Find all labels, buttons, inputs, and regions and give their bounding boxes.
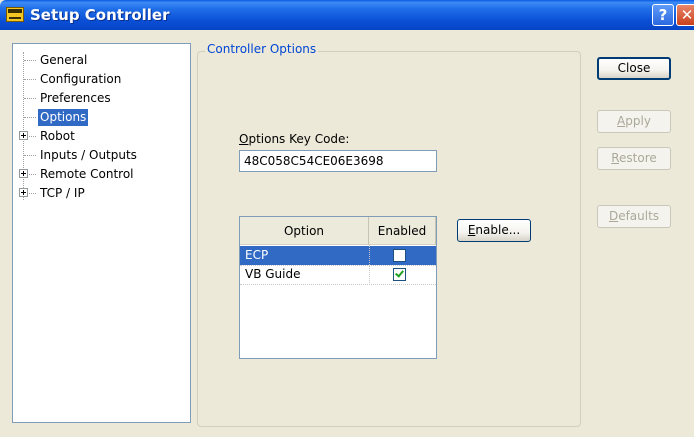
option-row-ecp[interactable]: ECP: [240, 246, 436, 265]
tree-branch-line: [24, 117, 36, 118]
expand-robot-icon[interactable]: [19, 131, 28, 140]
option-row-vb-guide[interactable]: VB Guide: [240, 265, 436, 284]
tree-item-robot[interactable]: Robot: [38, 128, 77, 145]
mnemonic-d: D: [608, 209, 619, 223]
window-title: Setup Controller: [30, 6, 170, 24]
options-list[interactable]: Option Enabled ECP VB Guide: [239, 216, 437, 359]
tree-item-tcp-ip[interactable]: TCP / IP: [38, 185, 87, 202]
setup-controller-window: Setup Controller ? ✕ General Configurati…: [0, 0, 694, 437]
tree-branch-line: [29, 136, 36, 137]
tree-item-options[interactable]: Options: [38, 109, 89, 126]
tree-item-inputs-outputs[interactable]: Inputs / Outputs: [38, 147, 139, 164]
tree-branch-line: [24, 155, 36, 156]
close-button[interactable]: Close: [597, 57, 671, 80]
checkmark-icon: [395, 268, 404, 278]
tree-branch-line: [24, 60, 36, 61]
tree-item-preferences[interactable]: Preferences: [38, 90, 113, 107]
tree-branch-line: [24, 79, 36, 80]
mnemonic-r: R: [611, 151, 620, 165]
defaults-button[interactable]: Defaults: [597, 205, 671, 228]
defaults-button-label: efaults: [618, 209, 660, 223]
controller-app-icon: [6, 7, 24, 22]
window-close-button[interactable]: ✕: [676, 4, 694, 26]
enable-button-label: nable...: [475, 223, 521, 237]
restore-button-label: estore: [619, 151, 657, 165]
options-key-code-input[interactable]: 48C058C54CE06E3698: [239, 150, 437, 172]
expand-tcp-ip-icon[interactable]: [19, 188, 28, 197]
column-header-enabled[interactable]: Enabled: [369, 217, 436, 245]
option-name: VB Guide: [245, 267, 301, 281]
title-bar[interactable]: Setup Controller ? ✕: [0, 0, 694, 30]
tree-branch-line: [29, 193, 36, 194]
option-enabled-checkbox[interactable]: [393, 249, 406, 262]
options-list-header: Option Enabled: [240, 217, 436, 245]
column-header-option[interactable]: Option: [240, 217, 369, 245]
controller-options-title: Controller Options: [205, 42, 319, 56]
tree-item-configuration[interactable]: Configuration: [38, 71, 123, 88]
settings-tree[interactable]: General Configuration Preferences Option…: [12, 43, 191, 423]
apply-button[interactable]: Apply: [597, 110, 671, 133]
options-key-code-label-text: ptions Key Code:: [248, 132, 350, 146]
help-button[interactable]: ?: [652, 4, 674, 26]
option-enabled-checkbox[interactable]: [393, 268, 406, 281]
column-gridline: [369, 245, 370, 283]
apply-button-label: pply: [625, 114, 651, 128]
tree-branch-line: [24, 98, 36, 99]
tree-branch-line: [29, 174, 36, 175]
tree-item-remote-control[interactable]: Remote Control: [38, 166, 136, 183]
row-gridline: [240, 284, 436, 285]
options-key-code-label: Options Key Code:: [239, 132, 349, 146]
enable-button[interactable]: Enable...: [457, 219, 531, 242]
option-name: ECP: [245, 248, 269, 262]
restore-button[interactable]: Restore: [597, 147, 671, 170]
expand-remote-control-icon[interactable]: [19, 169, 28, 178]
tree-item-general[interactable]: General: [38, 52, 89, 69]
